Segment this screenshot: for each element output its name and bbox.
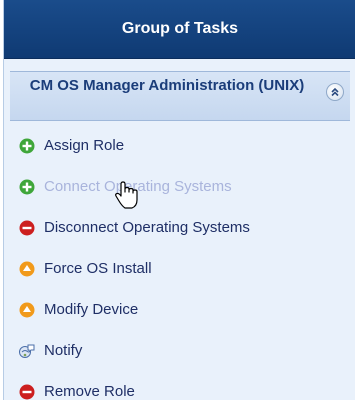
up-arrow-circle-icon (19, 261, 35, 277)
task-modify-device[interactable]: Modify Device (4, 289, 355, 330)
hand-pointer-icon (114, 180, 140, 212)
up-arrow-circle-icon (19, 302, 35, 318)
task-notify[interactable]: Notify (4, 330, 355, 371)
task-label: Notify (44, 342, 83, 359)
task-assign-role[interactable]: Assign Role (4, 125, 355, 166)
notify-icon (19, 343, 35, 359)
task-label: Force OS Install (44, 260, 152, 277)
task-panel: Group of Tasks CM OS Manager Administrat… (3, 0, 355, 400)
task-label: Assign Role (44, 137, 125, 154)
task-label: Modify Device (44, 301, 139, 318)
task-label: Disconnect Operating Systems (44, 219, 250, 236)
task-group-title: CM OS Manager Administration (UNIX) (29, 77, 305, 94)
panel-header: Group of Tasks (4, 0, 355, 59)
minus-circle-icon (19, 220, 35, 236)
task-group-header[interactable]: CM OS Manager Administration (UNIX) (10, 71, 350, 121)
task-force-os-install[interactable]: Force OS Install (4, 248, 355, 289)
task-list: Assign Role Connect Operating Systems Di… (4, 125, 355, 412)
plus-circle-icon (19, 179, 35, 195)
plus-circle-icon (19, 138, 35, 154)
task-remove-role[interactable]: Remove Role (4, 371, 355, 412)
task-label: Remove Role (44, 383, 135, 400)
minus-circle-icon (19, 384, 35, 400)
collapse-icon[interactable] (326, 83, 344, 101)
task-disconnect-operating-systems[interactable]: Disconnect Operating Systems (4, 207, 355, 248)
panel-title: Group of Tasks (121, 20, 239, 37)
task-connect-operating-systems[interactable]: Connect Operating Systems (4, 166, 355, 207)
